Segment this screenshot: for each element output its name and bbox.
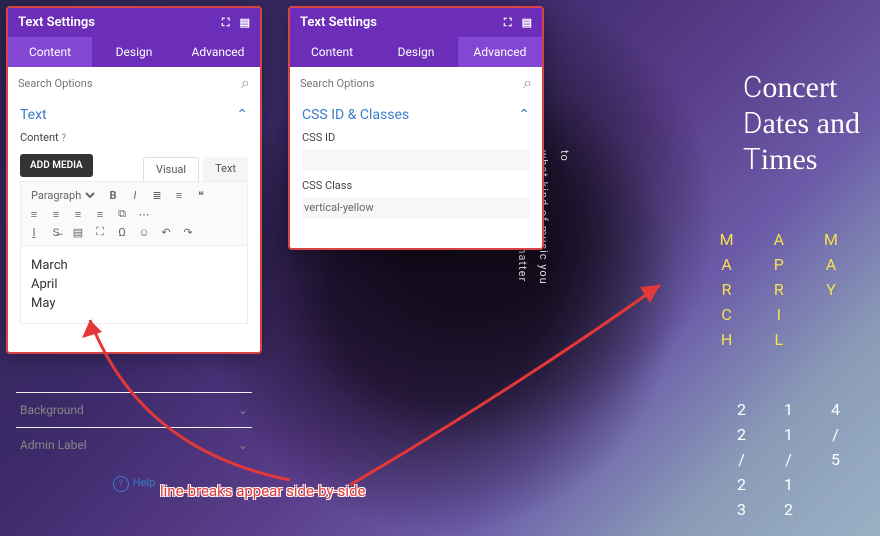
content-label: Content: [20, 131, 59, 144]
panel-tabs: ContentDesignAdvanced: [8, 37, 260, 67]
align-justify-icon[interactable]: ≡: [93, 208, 107, 221]
expand-icon[interactable]: ⛶: [504, 16, 512, 30]
underline-icon[interactable]: I: [27, 226, 41, 239]
align-left-icon[interactable]: ≡: [27, 208, 41, 221]
panel-header: Text Settings ⛶ ▤: [290, 8, 542, 37]
editor-toolbar: Paragraph B I ≣ ≡ ❝ ≡ ≡ ≡ ≡ ⧉ ⋯ I S̶ ▤ ⛶…: [20, 181, 248, 246]
add-media-button[interactable]: ADD MEDIA: [20, 154, 93, 177]
search-icon[interactable]: ⌕: [523, 73, 532, 93]
expand-icon[interactable]: ⛶: [222, 16, 230, 30]
chevron-down-icon: ⌄: [238, 438, 248, 452]
tab-advanced[interactable]: Advanced: [458, 37, 542, 67]
tab-content[interactable]: Content: [8, 37, 92, 67]
emoji-icon[interactable]: ☺: [137, 226, 151, 239]
annotation-text: line-breaks appear side-by-side: [160, 482, 365, 500]
cssid-input[interactable]: [302, 149, 530, 171]
background-accordion[interactable]: Background ⌄: [16, 392, 252, 427]
text-settings-panel-content: Text Settings ⛶ ▤ ContentDesignAdvanced …: [6, 6, 262, 354]
panel-title: Text Settings: [18, 15, 95, 30]
chevron-up-icon[interactable]: ⌃: [236, 107, 248, 123]
editor-tab-visual[interactable]: Visual: [143, 157, 199, 181]
cssclass-input[interactable]: [302, 197, 530, 219]
months-list: MARCHAPRILMAY: [720, 230, 840, 349]
help-icon[interactable]: ?: [61, 133, 66, 144]
italic-icon[interactable]: I: [128, 189, 142, 202]
bold-icon[interactable]: B: [106, 189, 120, 202]
search-input[interactable]: [300, 77, 497, 90]
undo-icon[interactable]: ↶: [159, 226, 173, 239]
search-row: ⌕: [290, 67, 542, 99]
tab-advanced[interactable]: Advanced: [176, 37, 260, 67]
section-label[interactable]: CSS ID & Classes ⌃: [302, 107, 530, 123]
search-input[interactable]: [18, 77, 215, 90]
editor-tab-text[interactable]: Text: [203, 157, 248, 181]
number-list-icon[interactable]: ≡: [172, 189, 186, 202]
redo-icon[interactable]: ↷: [181, 226, 195, 239]
align-center-icon[interactable]: ≡: [49, 208, 63, 221]
quote-icon[interactable]: ❝: [194, 189, 208, 202]
omega-icon[interactable]: Ω: [115, 226, 129, 239]
text-settings-panel-advanced: Text Settings ⛶ ▤ ContentDesignAdvanced …: [288, 6, 544, 250]
grid-icon[interactable]: ▤: [522, 16, 532, 30]
panel-header: Text Settings ⛶ ▤: [8, 8, 260, 37]
tab-content[interactable]: Content: [290, 37, 374, 67]
grid-icon[interactable]: ▤: [240, 16, 250, 30]
panel-tabs: ContentDesignAdvanced: [290, 37, 542, 67]
panel-title: Text Settings: [300, 15, 377, 30]
chevron-up-icon[interactable]: ⌃: [518, 107, 530, 123]
search-row: ⌕: [8, 67, 260, 99]
strike-icon[interactable]: S̶: [49, 226, 63, 239]
search-icon[interactable]: ⌕: [241, 73, 250, 93]
link-icon[interactable]: ⧉: [115, 207, 129, 221]
fullscreen-icon[interactable]: ⛶: [93, 225, 107, 239]
tab-design[interactable]: Design: [374, 37, 458, 67]
chevron-down-icon: ⌄: [238, 403, 248, 417]
page-heading: ConcertDates andTimes: [743, 70, 860, 178]
dates-list: 22/2311/124/5: [737, 400, 840, 519]
admin-label-accordion[interactable]: Admin Label ⌄: [16, 427, 252, 462]
tab-design[interactable]: Design: [92, 37, 176, 67]
paragraph-select[interactable]: Paragraph: [27, 188, 98, 203]
more-icon[interactable]: ⋯: [137, 208, 151, 221]
cssclass-label: CSS Class: [302, 179, 530, 192]
bullet-list-icon[interactable]: ≣: [150, 189, 164, 202]
section-label[interactable]: Text ⌃: [20, 107, 248, 123]
accordions: Background ⌄ Admin Label ⌄ Help: [16, 392, 252, 492]
editor-area[interactable]: MarchAprilMay: [20, 246, 248, 324]
format-icon[interactable]: ▤: [71, 226, 85, 239]
cssid-label: CSS ID: [302, 131, 530, 144]
align-right-icon[interactable]: ≡: [71, 208, 85, 221]
